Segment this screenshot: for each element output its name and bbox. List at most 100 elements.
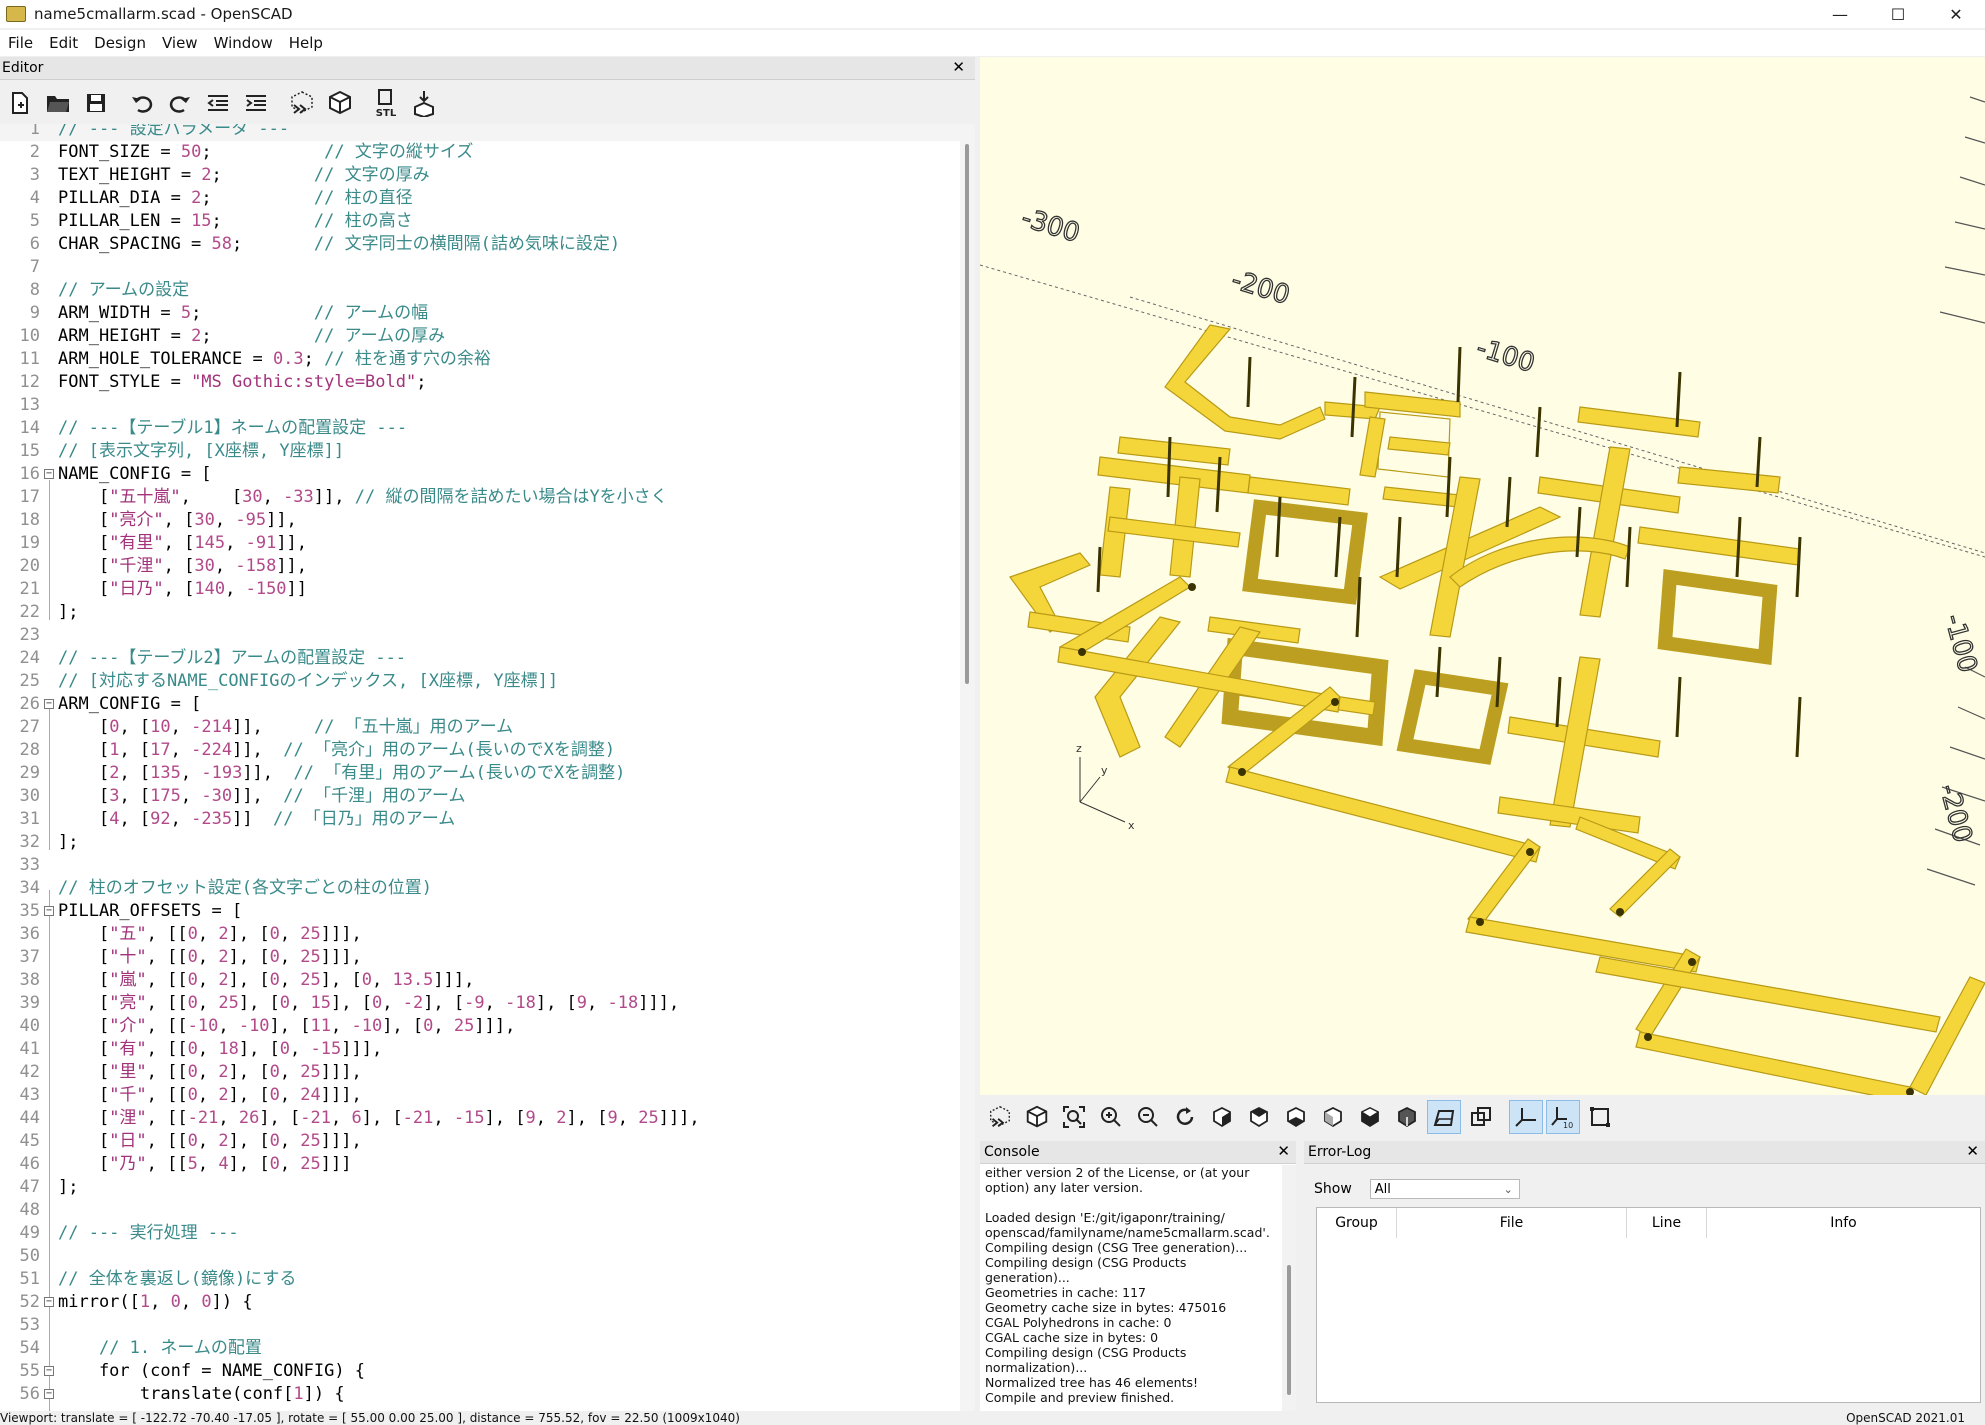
fold-toggle-icon[interactable]: − [44,906,54,916]
code-line[interactable]: 30 [3, [175, -30]], // 「千浬」用のアーム [0,785,960,808]
console-scrollbar[interactable] [1282,1165,1296,1411]
code-line[interactable]: 54 // 1. ネームの配置 [0,1337,960,1360]
close-window-button[interactable]: ✕ [1927,0,1985,28]
menu-edit[interactable]: Edit [41,34,86,52]
indent-icon[interactable] [238,85,274,121]
perspective-icon[interactable] [1427,1100,1461,1134]
code-line[interactable]: 13 [0,394,960,417]
column-group[interactable]: Group [1317,1208,1397,1238]
close-console-icon[interactable]: ✕ [1277,1142,1290,1160]
zoom-out-icon[interactable] [1131,1100,1165,1134]
code-line[interactable]: 55− for (conf = NAME_CONFIG) { [0,1360,960,1383]
code-line[interactable]: 4 PILLAR_DIA = 2; // 柱の直径 [0,187,960,210]
code-line[interactable]: 12 FONT_STYLE = "MS Gothic:style=Bold"; [0,371,960,394]
show-axes-icon[interactable] [1509,1100,1543,1134]
reset-view-icon[interactable] [1168,1100,1202,1134]
code-line[interactable]: 41 ["有", [[0, 18], [0, -15]]], [0,1038,960,1061]
view-left-icon[interactable] [1316,1100,1350,1134]
column-line[interactable]: Line [1627,1208,1707,1238]
code-line[interactable]: 38 ["嵐", [[0, 2], [0, 25], [0, 13.5]]], [0,969,960,992]
view-front-icon[interactable] [1353,1100,1387,1134]
code-line[interactable]: 52− mirror([1, 0, 0]) { [0,1291,960,1314]
fold-toggle-icon[interactable]: − [44,1389,54,1399]
code-line[interactable]: 34 // 柱のオフセット設定(各文字ごとの柱の位置) [0,877,960,900]
editor-scroll-thumb[interactable] [965,144,969,684]
view-top-icon[interactable] [1242,1100,1276,1134]
code-line[interactable]: 23 [0,624,960,647]
code-line[interactable]: 9 ARM_WIDTH = 5; // アームの幅 [0,302,960,325]
send-to-print-icon[interactable] [406,85,442,121]
menu-design[interactable]: Design [86,34,154,52]
fold-toggle-icon[interactable]: − [44,699,54,709]
code-line[interactable]: 45 ["日", [[0, 2], [0, 25]]], [0,1130,960,1153]
code-line[interactable]: 14 // ---【テーブル1】ネームの配置設定 --- [0,417,960,440]
code-editor[interactable]: 1 // --- 設定パラメータ --- 2 FONT_SIZE = 50; // 文… [0,124,960,1411]
code-line[interactable]: 43 ["千", [[0, 2], [0, 24]]], [0,1084,960,1107]
fold-toggle-icon[interactable]: − [44,469,54,479]
code-line[interactable]: 16− NAME_CONFIG = [ [0,463,960,486]
code-line[interactable]: 5 PILLAR_LEN = 15; // 柱の高さ [0,210,960,233]
code-line[interactable]: 51 // 全体を裏返し(鏡像)にする [0,1268,960,1291]
minimize-button[interactable]: — [1811,0,1869,28]
code-line[interactable]: 32]; [0,831,960,854]
code-line[interactable]: 2 FONT_SIZE = 50; // 文字の縦サイズ [0,141,960,164]
menu-window[interactable]: Window [206,34,281,52]
fold-toggle-icon[interactable]: − [44,1297,54,1307]
redo-icon[interactable] [162,85,198,121]
column-info[interactable]: Info [1707,1208,1980,1238]
code-line[interactable]: 15 // [表示文字列, [X座標, Y座標]] [0,440,960,463]
3d-viewport[interactable]: -300 -200 -100 -200 -100 z y x [980,57,1985,1095]
close-error-log-icon[interactable]: ✕ [1966,1142,1979,1160]
code-line[interactable]: 39 ["亮", [[0, 25], [0, 15], [0, -2], [-9… [0,992,960,1015]
code-line[interactable]: 22]; [0,601,960,624]
code-line[interactable]: 3 TEXT_HEIGHT = 2; // 文字の厚み [0,164,960,187]
undo-icon[interactable] [124,85,160,121]
code-line[interactable]: 21 ["日乃", [140, -150]] [0,578,960,601]
code-line[interactable]: 11 ARM_HOLE_TOLERANCE = 0.3; // 柱を通す穴の余裕 [0,348,960,371]
code-line[interactable]: 18 ["亮介", [30, -95]], [0,509,960,532]
code-line[interactable]: 36 ["五", [[0, 2], [0, 25]]], [0,923,960,946]
error-log-table[interactable]: Group File Line Info [1316,1207,1981,1403]
code-line[interactable]: 47]; [0,1176,960,1199]
code-line[interactable]: 44 ["浬", [[-21, 26], [-21, 6], [-21, -15… [0,1107,960,1130]
save-icon[interactable] [78,85,114,121]
menu-file[interactable]: File [0,34,41,52]
console-output[interactable]: either version 2 of the License, or (at … [980,1165,1285,1411]
code-line[interactable]: 25 // [対応するNAME_CONFIGのインデックス, [X座標, Y座標]… [0,670,960,693]
code-line[interactable]: 7 [0,256,960,279]
menu-view[interactable]: View [154,34,206,52]
new-file-icon[interactable] [2,85,38,121]
console-scroll-thumb[interactable] [1287,1265,1291,1395]
code-line[interactable]: 42 ["里", [[0, 2], [0, 25]]], [0,1061,960,1084]
code-line[interactable]: 10 ARM_HEIGHT = 2; // アームの厚み [0,325,960,348]
show-filter-select[interactable]: All ⌄ [1369,1179,1520,1199]
code-line[interactable]: 35− PILLAR_OFFSETS = [ [0,900,960,923]
export-stl-icon[interactable]: STL [368,85,404,121]
render-icon[interactable] [322,85,358,121]
code-line[interactable]: 24 // ---【テーブル2】アームの配置設定 --- [0,647,960,670]
code-line[interactable]: 50 [0,1245,960,1268]
unindent-icon[interactable] [200,85,236,121]
code-line[interactable]: 46 ["乃", [[5, 4], [0, 25]]] [0,1153,960,1176]
code-line[interactable]: 28 [1, [17, -224]], // 「亮介」用のアーム(長いのでXを調… [0,739,960,762]
view-back-icon[interactable] [1390,1100,1424,1134]
code-line[interactable]: 40 ["介", [[-10, -10], [11, -10], [0, 25]… [0,1015,960,1038]
code-line[interactable]: 49 // --- 実行処理 --- [0,1222,960,1245]
fold-toggle-icon[interactable]: − [44,1366,54,1376]
code-line[interactable]: 19 ["有里", [145, -91]], [0,532,960,555]
orthogonal-icon[interactable] [1464,1100,1498,1134]
code-line[interactable]: 1 // --- 設定パラメータ --- [0,124,960,141]
open-file-icon[interactable] [40,85,76,121]
code-line[interactable]: 48 [0,1199,960,1222]
code-line[interactable]: 31 [4, [92, -235]] // 「日乃」用のアーム [0,808,960,831]
view-right-icon[interactable] [1205,1100,1239,1134]
code-line[interactable]: 6 CHAR_SPACING = 58; // 文字同士の横間隔(詰め気味に設定) [0,233,960,256]
preview-icon[interactable] [284,85,320,121]
code-line[interactable]: 53 [0,1314,960,1337]
code-line[interactable]: 17 ["五十嵐", [30, -33]], // 縦の間隔を詰めたい場合はYを… [0,486,960,509]
code-line[interactable]: 26− ARM_CONFIG = [ [0,693,960,716]
editor-scrollbar[interactable] [960,124,975,1411]
code-line[interactable]: 27 [0, [10, -214]], // 「五十嵐」用のアーム [0,716,960,739]
code-line[interactable]: 8 // アームの設定 [0,279,960,302]
panel-splitter[interactable] [1296,1141,1304,1411]
